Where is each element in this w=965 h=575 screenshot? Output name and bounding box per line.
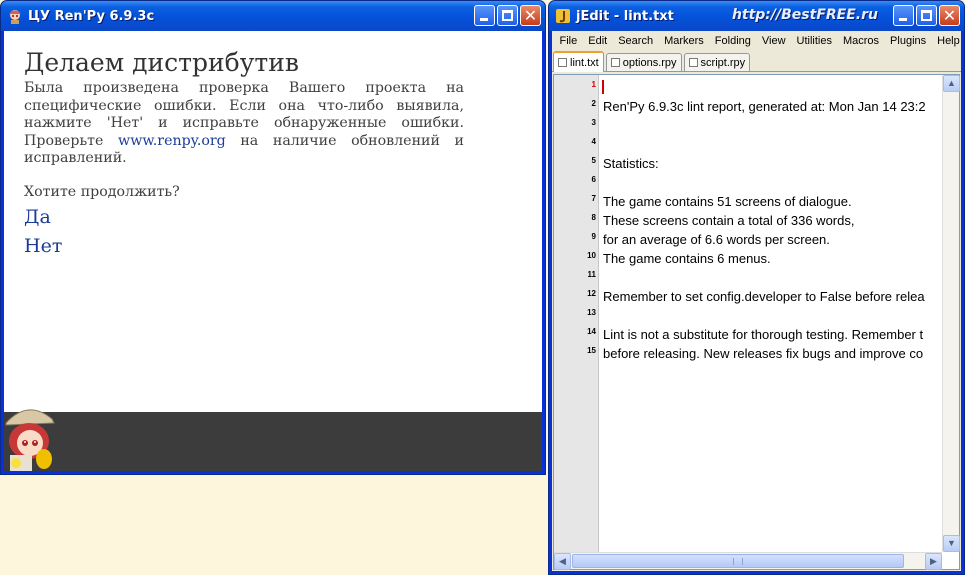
tab-lint-txt[interactable]: lint.txt [553,51,604,72]
mascot-character-image [5,409,55,471]
menu-plugins[interactable]: Plugins [885,35,932,47]
tab-label: options.rpy [622,56,677,69]
line-number: 2 [591,99,596,108]
close-icon: ✕ [942,6,957,25]
text-line: Statistics: [603,156,659,171]
line-number: 13 [587,308,596,317]
horizontal-scrollbar[interactable]: ◀ ▶ [554,552,942,570]
text-line: The game contains 51 screens of dialogue… [603,194,852,209]
line-number: 7 [591,194,596,203]
tab-checkbox-icon [610,58,620,67]
close-icon: ✕ [523,6,538,25]
text-line: Ren'Py 6.9.3c lint report, generated at:… [603,99,926,114]
continue-question: Хотите продолжить? [24,183,180,200]
text-line: These screens contain a total of 336 wor… [603,213,855,228]
line-number: 8 [591,213,596,222]
horizontal-scroll-thumb[interactable] [572,554,904,568]
tab-label: script.rpy [700,56,746,69]
renpy-window: ЦУ Ren'Py 6.9.3c ✕ Делаем дистрибутив Бы… [0,0,546,475]
menu-edit[interactable]: Edit [583,35,613,47]
line-number: 6 [591,175,596,184]
line-number: 4 [591,137,596,146]
scroll-right-button[interactable]: ▶ [925,553,942,570]
text-line: Remember to set config.developer to Fals… [603,289,925,304]
text-line: Lint is not a substitute for thorough te… [603,327,924,342]
renpy-client-area: Делаем дистрибутив Была произведена пров… [4,31,542,471]
line-number: 11 [587,270,596,279]
text-area[interactable]: Ren'Py 6.9.3c lint report, generated at:… [600,75,942,552]
tab-checkbox-icon [688,58,698,67]
vertical-scrollbar[interactable]: ▲ ▼ [942,75,960,552]
renpy-titlebar[interactable]: ЦУ Ren'Py 6.9.3c ✕ [1,1,545,31]
launcher-bottom-bar [4,412,542,471]
menu-markers[interactable]: Markers [659,35,710,47]
line-number: 12 [587,289,596,298]
renpy-website-link[interactable]: www.renpy.org [118,133,226,149]
jedit-close-button[interactable]: ✕ [939,5,960,26]
text-line: The game contains 6 menus. [603,251,771,266]
jedit-client-area: File Edit Search Markers Folding View Ut… [552,31,961,571]
tab-script-rpy[interactable]: script.rpy [683,53,751,71]
renpy-maximize-button[interactable] [497,5,518,26]
tab-options-rpy[interactable]: options.rpy [605,53,682,71]
jedit-window: jEdit - lint.txt http://BestFREE.ru ✕ Fi… [548,0,965,575]
renpy-minimize-button[interactable] [474,5,495,26]
text-line: before releasing. New releases fix bugs … [603,346,924,361]
site-watermark: http://BestFREE.ru [731,7,878,23]
scroll-up-button[interactable]: ▲ [943,75,960,92]
grip-icon [733,558,743,565]
tab-checkbox-icon [558,58,567,67]
menu-utilities[interactable]: Utilities [791,35,837,47]
menu-macros[interactable]: Macros [837,35,884,47]
line-number: 1 [591,80,596,89]
maximize-icon [921,10,932,21]
renpy-close-button[interactable]: ✕ [520,5,541,26]
jedit-window-title: jEdit - lint.txt [576,8,674,24]
line-number: 3 [591,118,596,127]
text-cursor [602,80,604,94]
choice-yes[interactable]: Да [24,205,522,229]
menu-search[interactable]: Search [613,35,659,47]
jedit-maximize-button[interactable] [916,5,937,26]
page-title: Делаем дистрибутив [24,48,299,77]
menu-help[interactable]: Help [932,35,964,47]
jedit-app-icon [555,8,571,24]
renpy-window-title: ЦУ Ren'Py 6.9.3c [28,8,155,24]
line-number: 14 [587,327,596,336]
line-number: 5 [591,156,596,165]
text-line: for an average of 6.6 words per screen. [603,232,830,247]
choice-no[interactable]: Нет [24,234,522,258]
jedit-titlebar[interactable]: jEdit - lint.txt http://BestFREE.ru ✕ [549,1,964,31]
menu-bar: File Edit Search Markers Folding View Ut… [552,31,961,50]
jedit-minimize-button[interactable] [893,5,914,26]
menu-view[interactable]: View [756,35,791,47]
maximize-icon [502,10,513,21]
buffer-tabs: lint.txt options.rpy script.rpy [552,50,961,72]
minimize-icon [480,18,488,21]
menu-file[interactable]: File [554,35,583,47]
scroll-down-button[interactable]: ▼ [943,535,960,552]
scroll-left-button[interactable]: ◀ [554,553,571,570]
renpy-app-icon [7,8,23,24]
minimize-icon [899,18,907,21]
line-number: 9 [591,232,596,241]
menu-folding[interactable]: Folding [709,35,756,47]
tab-label: lint.txt [570,56,599,69]
line-number-gutter: 1 2 3 4 5 6 7 8 9 10 11 12 13 14 15 [554,75,599,552]
text-editor[interactable]: 1 2 3 4 5 6 7 8 9 10 11 12 13 14 15 Ren'Py 6.9.3c lint… [553,74,960,570]
line-number: 15 [587,346,596,355]
line-number: 10 [587,251,596,260]
distribution-description: Была произведена проверка Вашего проекта… [24,80,464,168]
